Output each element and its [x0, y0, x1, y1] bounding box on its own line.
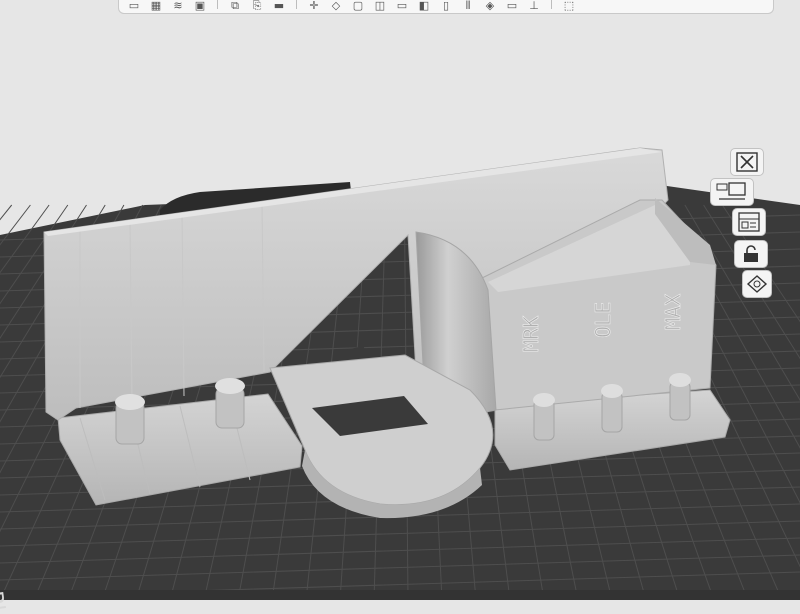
arrange-tree-icon[interactable]: ⊥	[525, 0, 543, 11]
scale-icon[interactable]: ▢	[349, 0, 367, 11]
3d-viewport[interactable]: MRK OLE MAX Tamo Pl	[0, 0, 800, 600]
toolbar-divider	[551, 0, 552, 9]
delete-icon[interactable]: ▬	[270, 0, 288, 11]
cut-icon[interactable]: ◫	[371, 0, 389, 11]
plate-view-icon[interactable]	[710, 178, 754, 206]
peg-right-1	[533, 393, 555, 440]
peg-left-2	[215, 378, 245, 428]
slice-view-icon[interactable]: ▣	[191, 0, 209, 11]
view-cube-icon[interactable]: ⬚	[560, 0, 578, 11]
close-view-icon[interactable]	[730, 148, 764, 176]
lock-icon[interactable]	[734, 240, 768, 268]
move-icon[interactable]: ✛	[305, 0, 323, 11]
peg-right-2	[601, 384, 623, 432]
paste-icon[interactable]: ⎘	[248, 0, 266, 11]
peg-right-3	[669, 373, 691, 420]
text-icon[interactable]: ▯	[437, 0, 455, 11]
scene-canvas[interactable]: MRK OLE MAX	[0, 0, 800, 600]
layers-icon[interactable]: ≋	[169, 0, 187, 11]
split-icon[interactable]: ▭	[503, 0, 521, 11]
orient-icon[interactable]	[742, 270, 772, 298]
add-grid-icon[interactable]: ▦	[147, 0, 165, 11]
seam-icon[interactable]: ◧	[415, 0, 433, 11]
model-label-2: OLE	[591, 302, 615, 338]
arrange-icon[interactable]	[732, 208, 766, 236]
peg-left-1	[115, 394, 145, 444]
rotate-icon[interactable]: ◇	[327, 0, 345, 11]
toolbar-divider	[296, 0, 297, 9]
model-label-3: MAX	[661, 294, 685, 330]
toolbar-divider	[217, 0, 218, 9]
measure-icon[interactable]: ⫴	[459, 0, 477, 11]
top-toolbar: ▭ ▦ ≋ ▣ ⧉ ⎘ ▬ ✛ ◇ ▢ ◫ ▭ ◧ ▯ ⫴ ◈ ▭ ⊥ ⬚	[118, 0, 774, 14]
model-label-1: MRK	[519, 316, 543, 352]
assembly-icon[interactable]: ◈	[481, 0, 499, 11]
support-icon[interactable]: ▭	[393, 0, 411, 11]
copy-icon[interactable]: ⧉	[226, 0, 244, 11]
add-object-icon[interactable]: ▭	[125, 0, 143, 11]
